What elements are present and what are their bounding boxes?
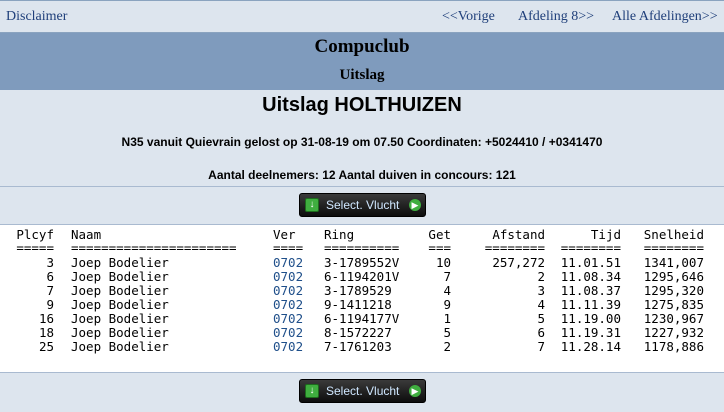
select-flight-button-bottom[interactable]: ↓ Select. Vlucht ▶ xyxy=(299,379,426,403)
table-cell-ring: 7-1761203 xyxy=(324,339,392,354)
table-cell-ring: 8-1572227 xyxy=(324,325,392,340)
table-cell-tijd: 11.19.31 xyxy=(560,325,621,340)
table-cell-name: Joep Bodelier xyxy=(71,297,169,312)
table-cell-snelheid: 1275,835 xyxy=(643,297,704,312)
table-cell-ver[interactable]: 0702 xyxy=(273,284,313,298)
table-cell-afstand: 257,272 xyxy=(492,255,545,270)
table-cell-ring: 6-1194201V xyxy=(324,269,400,284)
table-cell-get: 10 xyxy=(435,255,451,270)
table-cell-place: 18 xyxy=(38,325,54,340)
table-cell-get: 9 xyxy=(443,297,451,312)
column-separator-name: ====================== xyxy=(71,240,237,255)
table-cell-tijd: 11.01.51 xyxy=(560,255,621,270)
table-cell-snelheid: 1178,886 xyxy=(643,339,704,354)
table-cell-snelheid: 1227,932 xyxy=(643,325,704,340)
flight-info: N35 vanuit Quievrain gelost op 31-08-19 … xyxy=(121,135,603,149)
disclaimer-link[interactable]: Disclaimer xyxy=(6,9,67,25)
results-table: Plcyf Naam Ver Ring Get Afstand Tijd Snelheid ==… xyxy=(0,225,724,372)
table-cell-snelheid: 1230,967 xyxy=(643,311,704,326)
table-cell-ver[interactable]: 0702 xyxy=(273,270,313,284)
table-cell-ring: 3-1789552V xyxy=(324,255,400,270)
table-cell-name: Joep Bodelier xyxy=(71,325,169,340)
column-separator-ring: ========== xyxy=(324,240,400,255)
table-cell-get: 5 xyxy=(443,325,451,340)
table-cell-tijd: 11.28.14 xyxy=(560,339,621,354)
table-cell-tijd: 11.08.37 xyxy=(560,283,621,298)
table-cell-ring: 9-1411218 xyxy=(324,297,392,312)
table-cell-name: Joep Bodelier xyxy=(71,283,169,298)
table-cell-tijd: 11.19.00 xyxy=(560,311,621,326)
column-separator-tijd: ======== xyxy=(560,240,621,255)
table-cell-place: 6 xyxy=(46,269,54,284)
table-cell-name: Joep Bodelier xyxy=(71,311,169,326)
table-cell-name: Joep Bodelier xyxy=(71,339,169,354)
column-separator-place: ===== xyxy=(16,240,54,255)
previous-link[interactable]: <<Vorige xyxy=(442,9,495,25)
table-cell-ring: 3-1789529 xyxy=(324,283,392,298)
table-cell-tijd: 11.08.34 xyxy=(560,269,621,284)
table-cell-ver[interactable]: 0702 xyxy=(273,326,313,340)
select-flight-button-top[interactable]: ↓ Select. Vlucht ▶ xyxy=(299,193,426,217)
table-cell-ver[interactable]: 0702 xyxy=(273,298,313,312)
table-cell-ver[interactable]: 0702 xyxy=(273,256,313,270)
banner-subtitle: Uitslag xyxy=(339,67,385,83)
table-cell-get: 2 xyxy=(443,339,451,354)
table-cell-afstand: 5 xyxy=(537,311,545,326)
table-cell-ring: 6-1194177V xyxy=(324,311,400,326)
all-departments-link[interactable]: Alle Afdelingen>> xyxy=(612,9,718,25)
result-header: Uitslag HOLTHUIZEN N35 vanuit Quievrain … xyxy=(0,90,724,187)
select-flight-label: Select. Vlucht xyxy=(326,384,400,398)
table-cell-place: 3 xyxy=(46,255,54,270)
column-separator-get: === xyxy=(428,240,451,255)
button-row-top: ↓ Select. Vlucht ▶ xyxy=(0,187,724,225)
column-separator-ver: ==== xyxy=(273,240,304,255)
column-separator-afstand: ======== xyxy=(484,240,545,255)
table-cell-get: 4 xyxy=(443,283,451,298)
table-cell-name: Joep Bodelier xyxy=(71,255,169,270)
table-cell-ver[interactable]: 0702 xyxy=(273,312,313,326)
table-cell-afstand: 7 xyxy=(537,339,545,354)
page-title: Uitslag HOLTHUIZEN xyxy=(262,94,462,116)
table-cell-afstand: 3 xyxy=(537,283,545,298)
table-cell-name: Joep Bodelier xyxy=(71,269,169,284)
button-row-bottom: ↓ Select. Vlucht ▶ xyxy=(0,372,724,410)
table-cell-place: 16 xyxy=(38,311,54,326)
next-department-link[interactable]: Afdeling 8>> xyxy=(518,9,594,25)
participant-counts: Aantal deelnemers: 12 Aantal duiven in c… xyxy=(208,168,516,182)
club-banner: Compuclub Uitslag xyxy=(0,33,724,90)
table-cell-afstand: 4 xyxy=(537,297,545,312)
arrow-right-icon: ▶ xyxy=(409,199,421,211)
table-cell-ver[interactable]: 0702 xyxy=(273,340,313,354)
column-separator-snelheid: ======== xyxy=(643,240,704,255)
arrow-right-icon: ▶ xyxy=(409,385,421,397)
table-cell-place: 25 xyxy=(38,339,54,354)
table-cell-snelheid: 1341,007 xyxy=(643,255,704,270)
download-icon: ↓ xyxy=(305,198,319,212)
select-flight-label: Select. Vlucht xyxy=(326,198,400,212)
top-navigation: Disclaimer <<Vorige Afdeling 8>> Alle Af… xyxy=(0,0,724,33)
table-cell-get: 1 xyxy=(443,311,451,326)
table-cell-place: 7 xyxy=(46,283,54,298)
table-cell-place: 9 xyxy=(46,297,54,312)
table-cell-snelheid: 1295,320 xyxy=(643,283,704,298)
club-name: Compuclub xyxy=(314,36,410,57)
table-cell-tijd: 11.11.39 xyxy=(560,297,621,312)
table-cell-snelheid: 1295,646 xyxy=(643,269,704,284)
table-cell-get: 7 xyxy=(443,269,451,284)
table-cell-afstand: 2 xyxy=(537,269,545,284)
table-cell-afstand: 6 xyxy=(537,325,545,340)
download-icon: ↓ xyxy=(305,384,319,398)
